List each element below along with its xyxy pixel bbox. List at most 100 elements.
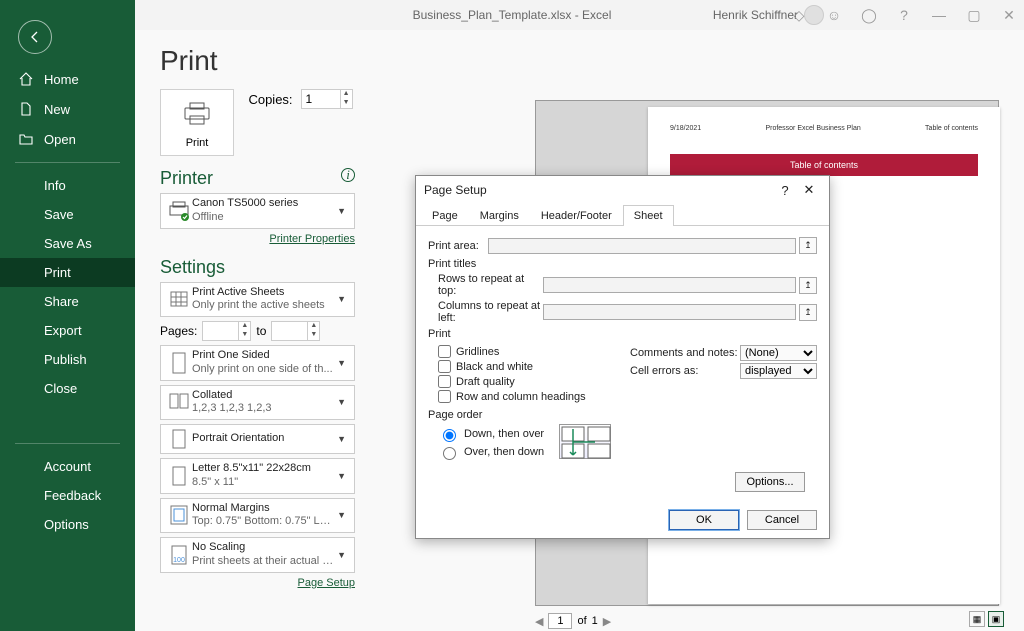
preview-date: 9/18/2021 [670,125,701,132]
cancel-button[interactable]: Cancel [747,510,817,530]
close-icon[interactable]: ✕ [999,7,1019,24]
tab-sheet[interactable]: Sheet [623,205,674,226]
nav-open[interactable]: Open [0,124,135,154]
margins-icon [166,504,192,526]
scaling-selector[interactable]: 100 No ScalingPrint sheets at their actu… [160,537,355,573]
options-button[interactable]: Options... [735,472,805,492]
nav-info[interactable]: Info [0,171,135,200]
zoom-controls: ▦ ▣ [969,611,1004,627]
maximize-icon[interactable]: ▢ [964,7,984,24]
pages-to-stepper[interactable]: ▲▼ [271,321,320,341]
errors-label: Cell errors as: [630,365,740,377]
cols-repeat-input[interactable] [543,304,796,320]
nav-print[interactable]: Print [0,258,135,287]
copies-input[interactable] [302,90,340,108]
cols-repeat-label: Columns to repeat at left: [428,300,543,324]
print-what-selector[interactable]: Print Active SheetsOnly print the active… [160,282,355,318]
page-setup-link[interactable]: Page Setup [160,577,355,589]
paper-selector[interactable]: Letter 8.5"x11" 22x28cm8.5" x 11" ▼ [160,458,355,494]
pages-to-label: to [256,324,266,338]
ok-button[interactable]: OK [669,510,739,530]
draft-checkbox[interactable]: Draft quality [438,375,615,388]
page-order-label: Page order [428,409,817,421]
chevron-down-icon: ▼ [334,397,349,407]
nav-label: Save As [44,236,92,251]
dialog-title: Page Setup [424,183,487,197]
print-area-input[interactable] [488,238,796,254]
nav-feedback[interactable]: Feedback [0,481,135,510]
down-over-radio[interactable]: Down, then over [438,426,544,442]
range-picker-icon[interactable]: ↥ [799,277,817,294]
collate-selector[interactable]: Collated1,2,3 1,2,3 1,2,3 ▼ [160,385,355,421]
nav-label: Info [44,178,66,193]
show-margins-icon[interactable]: ▦ [969,611,985,627]
info-icon[interactable]: i [341,168,355,182]
tab-header-footer[interactable]: Header/Footer [530,205,623,226]
nav-export[interactable]: Export [0,316,135,345]
gridlines-checkbox[interactable]: Gridlines [438,345,615,358]
backstage-sidebar: Home New Open Info Save Save As Print Sh… [0,0,135,631]
collate-icon [166,392,192,412]
chevron-down-icon: ▼ [334,206,349,216]
total-pages: 1 [592,615,598,627]
minimize-icon[interactable]: — [929,7,949,23]
tab-margins[interactable]: Margins [469,205,530,226]
orientation-selector[interactable]: Portrait Orientation ▼ [160,424,355,454]
current-page-input[interactable] [548,613,572,629]
sides-selector[interactable]: Print One SidedOnly print on one side of… [160,345,355,381]
next-page-icon[interactable]: ▶ [603,615,611,628]
tab-page[interactable]: Page [421,205,469,226]
range-picker-icon[interactable]: ↥ [799,304,817,321]
svg-text:100: 100 [173,557,185,564]
printer-properties-link[interactable]: Printer Properties [160,233,355,245]
nav-label: Account [44,459,91,474]
user-circle-icon[interactable]: ◯ [859,7,879,24]
dialog-tabs: Page Margins Header/Footer Sheet [416,204,829,226]
nav-publish[interactable]: Publish [0,345,135,374]
errors-select[interactable]: displayed [740,363,817,379]
dialog-close-icon[interactable]: ✕ [797,182,821,198]
nav-options[interactable]: Options [0,510,135,539]
comments-select[interactable]: (None) [740,345,817,361]
face-icon[interactable]: ☺ [824,7,844,23]
nav-account[interactable]: Account [0,452,135,481]
pages-label: Pages: [160,324,197,338]
nav-home[interactable]: Home [0,64,135,94]
rows-repeat-label: Rows to repeat at top: [428,273,543,297]
nav-label: Options [44,517,89,532]
nav-save-as[interactable]: Save As [0,229,135,258]
zoom-to-page-icon[interactable]: ▣ [988,611,1004,627]
rowcol-checkbox[interactable]: Row and column headings [438,390,615,403]
nav-close[interactable]: Close [0,374,135,403]
diamond-icon[interactable]: ◇ [789,7,809,24]
back-button[interactable] [18,20,52,54]
over-down-radio[interactable]: Over, then down [438,444,544,460]
pages-to-input[interactable] [272,322,307,340]
margins-selector[interactable]: Normal MarginsTop: 0.75" Bottom: 0.75" L… [160,498,355,534]
nav-share[interactable]: Share [0,287,135,316]
user-name: Henrik Schiffner [713,8,798,22]
print-button[interactable]: Print [160,89,234,156]
range-picker-icon[interactable]: ↥ [799,237,817,254]
printer-selector[interactable]: Canon TS5000 seriesOffline ▼ [160,193,355,229]
preview-right: Table of contents [925,125,978,132]
pages-from-stepper[interactable]: ▲▼ [202,321,251,341]
dialog-help-icon[interactable]: ? [773,183,797,198]
bw-checkbox[interactable]: Black and white [438,360,615,373]
comments-label: Comments and notes: [630,347,740,359]
copies-stepper[interactable]: ▲▼ [301,89,353,109]
help-icon[interactable]: ? [894,7,914,23]
prev-page-icon[interactable]: ◀ [535,615,543,628]
file-icon [18,101,34,117]
spin-down-icon[interactable]: ▼ [341,99,352,108]
nav-save[interactable]: Save [0,200,135,229]
pages-from-input[interactable] [203,322,238,340]
nav-new[interactable]: New [0,94,135,124]
printer-status-icon [166,200,192,222]
chevron-down-icon: ▼ [334,358,349,368]
titlebar: Business_Plan_Template.xlsx - Excel Henr… [0,0,1024,30]
rows-repeat-input[interactable] [543,277,796,293]
printer-icon [181,100,213,126]
chevron-down-icon: ▼ [334,550,349,560]
spin-up-icon[interactable]: ▲ [341,90,352,99]
